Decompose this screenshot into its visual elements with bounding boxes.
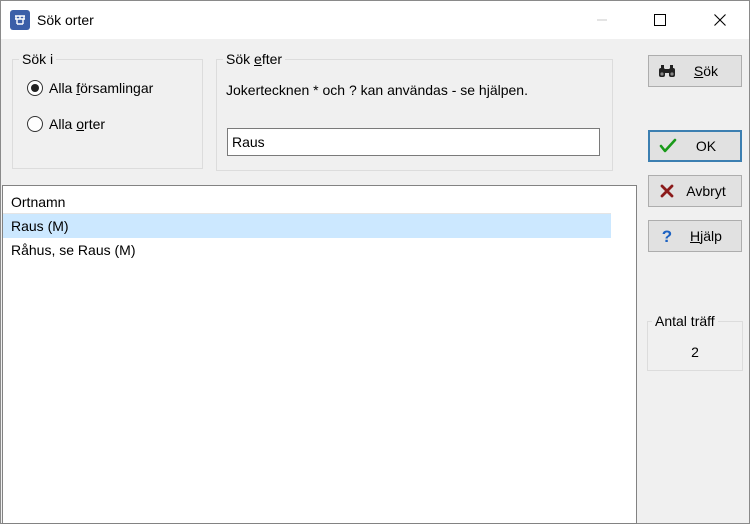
search-button-label: Sök <box>693 63 719 79</box>
binoculars-icon <box>657 61 677 81</box>
minimize-icon <box>597 19 607 21</box>
list-item[interactable]: Raus (M) <box>3 214 611 238</box>
radio-all-places[interactable]: Alla orter <box>27 116 105 132</box>
question-mark-icon: ? <box>657 226 677 246</box>
title-bar: Sök orter <box>1 1 749 39</box>
radio-button-checked[interactable] <box>27 80 43 96</box>
close-icon <box>714 14 726 26</box>
help-button[interactable]: ? Hjälp <box>648 220 742 252</box>
wildcard-hint: Jokertecknen * och ? kan användas - se h… <box>226 82 528 98</box>
search-button[interactable]: Sök <box>648 55 742 87</box>
radio-button-unchecked[interactable] <box>27 116 43 132</box>
checkmark-icon <box>658 136 678 156</box>
cancel-button[interactable]: Avbryt <box>648 175 742 207</box>
window-title: Sök orter <box>37 12 94 28</box>
app-logo-icon <box>10 10 30 30</box>
search-for-legend: Sök efter <box>223 51 286 67</box>
search-places-dialog: Sök orter Sök i Alla församlingar Alla o… <box>0 0 750 524</box>
hit-count-value: 2 <box>691 344 699 360</box>
list-item[interactable]: Råhus, se Raus (M) <box>3 238 611 262</box>
cancel-button-label: Avbryt <box>686 183 726 199</box>
minimize-button[interactable] <box>579 1 625 39</box>
close-button[interactable] <box>697 1 743 39</box>
ok-button[interactable]: OK <box>648 130 742 162</box>
maximize-button[interactable] <box>637 1 683 39</box>
column-header-place-name[interactable]: Ortnamn <box>3 190 611 214</box>
cross-icon <box>657 181 677 201</box>
maximize-icon <box>654 14 666 26</box>
ok-button-label: OK <box>695 138 717 154</box>
svg-text:?: ? <box>662 227 672 245</box>
radio-label-all-parishes: Alla församlingar <box>49 80 154 96</box>
hit-count-legend: Antal träff <box>652 313 718 329</box>
search-input[interactable] <box>227 128 600 156</box>
hit-count-group: Antal träff 2 <box>647 313 743 371</box>
search-in-legend: Sök i <box>19 51 57 67</box>
help-button-label: Hjälp <box>690 228 722 244</box>
radio-label-all-places: Alla orter <box>49 116 106 132</box>
radio-all-parishes[interactable]: Alla församlingar <box>27 80 153 96</box>
results-list[interactable]: Ortnamn Raus (M) Råhus, se Raus (M) <box>2 185 637 524</box>
search-in-group: Sök i <box>12 51 203 169</box>
